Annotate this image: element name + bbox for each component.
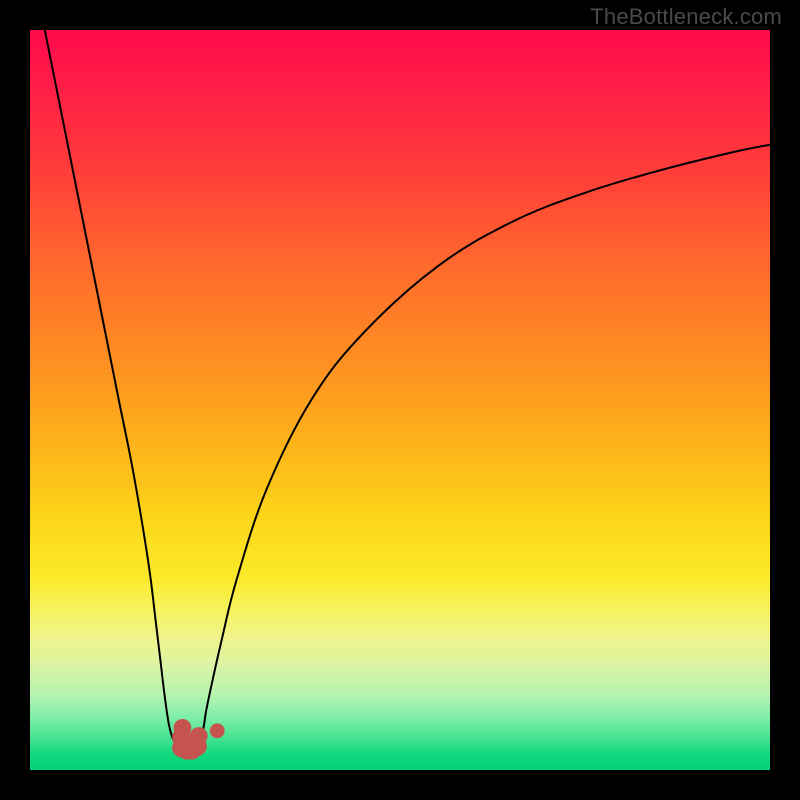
- watermark-text: TheBottleneck.com: [590, 4, 782, 30]
- series-left-branch: [45, 30, 182, 748]
- chart-frame: TheBottleneck.com: [0, 0, 800, 800]
- marker-layer: [172, 719, 225, 760]
- plot-area: [30, 30, 770, 770]
- valley-left-dot-3: [174, 719, 192, 737]
- series-layer: [45, 30, 770, 748]
- valley-right-dot-2: [190, 727, 208, 745]
- outlier-dot: [210, 723, 225, 738]
- curve-overlay: [30, 30, 770, 770]
- series-right-branch: [197, 145, 771, 748]
